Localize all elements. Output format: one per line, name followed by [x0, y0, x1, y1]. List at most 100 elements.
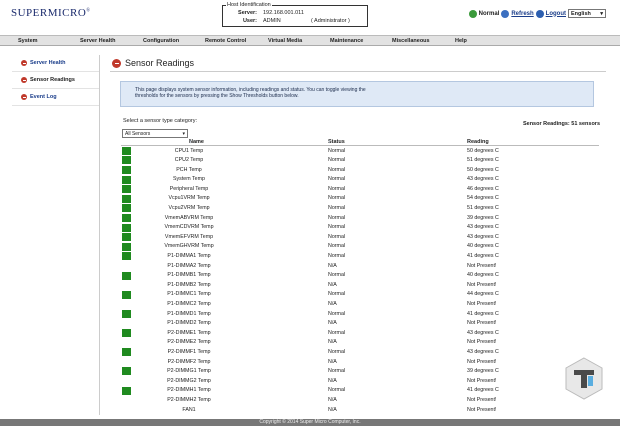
red-arrow-icon: [112, 58, 121, 68]
sensor-reading: Not Present!: [467, 320, 497, 327]
table-header: Name ↕ Status ↕ Reading ↕: [121, 139, 599, 146]
sensor-reading: Not Present!: [467, 358, 497, 365]
status-indicator-icon: [122, 233, 131, 242]
table-row: Vcpu2VRM Temp Normal 51 degrees C: [121, 204, 599, 214]
table-row: CPU1 Temp Normal 50 degrees C: [121, 146, 599, 156]
status-indicator-icon: [122, 386, 131, 395]
sensor-reading: Not Present!: [467, 406, 497, 413]
category-label: Select a sensor type category:: [123, 118, 197, 124]
status-indicator-icon: [122, 213, 131, 222]
green-check-icon: [468, 9, 477, 18]
nav-miscellaneous[interactable]: Miscellaneous: [392, 38, 430, 44]
red-arrow-icon: [21, 77, 27, 83]
category-value: All Sensors: [125, 130, 151, 137]
sensor-name: Vcpu1VRM Temp: [168, 195, 210, 202]
table-row: P2-DIMMF1 Temp Normal 43 degrees C: [121, 347, 599, 357]
sensor-name: VmemCDVRM Temp: [164, 224, 214, 231]
sidebar-item-label: Server Health: [30, 60, 66, 66]
status-indicator-icon: [122, 367, 131, 376]
red-arrow-icon: [21, 94, 27, 100]
nav-virtual-media[interactable]: Virtual Media: [268, 38, 302, 44]
table-row: P2-DIMMH1 Temp Normal 41 degrees C: [121, 386, 599, 396]
sensor-reading: Not Present!: [467, 377, 497, 384]
sensor-name: CPU1 Temp: [174, 147, 204, 154]
table-row: CPU2 Temp Normal 51 degrees C: [121, 156, 599, 166]
table-row: P2-DIMMG1 Temp Normal 39 degrees C: [121, 367, 599, 377]
sensor-reading: Not Present!: [467, 301, 497, 307]
sensor-name: P2-DIMME2 Temp: [167, 339, 211, 346]
sensor-name: PCH Temp: [176, 166, 202, 173]
sensor-status: N/A: [328, 396, 337, 403]
nav-maintenance[interactable]: Maintenance: [330, 38, 363, 44]
nav-remote-control[interactable]: Remote Control: [205, 38, 246, 44]
sort-icon: ↕: [467, 139, 470, 145]
user-label: User:: [242, 18, 257, 24]
status-indicator-icon: [122, 175, 131, 184]
sensor-reading: Not Present!: [467, 396, 497, 403]
sensor-name: VmemEFVRM Temp: [164, 233, 214, 240]
sensor-name: P1-DIMMA2 Temp: [167, 262, 211, 269]
language-select[interactable]: English ▾: [568, 9, 606, 18]
system-status: Normal: [478, 10, 500, 17]
sensor-status: Normal: [328, 368, 346, 375]
server-value: 192.168.001.011: [263, 10, 304, 16]
sensor-reading: 40 degrees C: [467, 272, 499, 279]
sidebar-item-event-log[interactable]: Event Log: [12, 89, 99, 106]
sensor-status: Normal: [328, 253, 346, 260]
table-row: P1-DIMMD1 Temp Normal 41 degrees C: [121, 309, 599, 319]
sensor-status: Normal: [328, 387, 346, 394]
sensor-status: Normal: [328, 291, 346, 298]
sensor-name: Vcpu2VRM Temp: [168, 205, 210, 212]
sensor-reading: 43 degrees C: [467, 329, 499, 336]
sensor-status: N/A: [328, 406, 337, 413]
sensor-status: N/A: [328, 301, 337, 307]
sensor-name: FAN1: [182, 406, 196, 413]
sensor-status: N/A: [328, 358, 337, 365]
sensor-name: P1-DIMMC2 Temp: [167, 301, 211, 307]
table-row: P2-DIMMG2 Temp N/A Not Present!: [121, 376, 599, 386]
table-row: Peripheral Temp Normal 46 degrees C: [121, 184, 599, 194]
nav-system[interactable]: System: [18, 38, 38, 44]
sort-icon: ↕: [189, 139, 192, 145]
sidebar-item-sensor-readings[interactable]: Sensor Readings: [12, 72, 99, 89]
sensor-status: Normal: [328, 195, 346, 202]
sensor-name: CPU2 Temp: [174, 157, 204, 164]
sensor-reading: 44 degrees C: [467, 291, 499, 298]
sensor-status: Normal: [328, 205, 346, 212]
main-nav: System Server Health Configuration Remot…: [0, 35, 620, 46]
sensor-name: P2-DIMME1 Temp: [167, 329, 211, 336]
table-row: P1-DIMMC1 Temp Normal 44 degrees C: [121, 290, 599, 300]
nav-server-health[interactable]: Server Health: [80, 38, 115, 44]
sidebar-item-server-health[interactable]: Server Health: [12, 55, 99, 72]
sensor-name: P2-DIMMG2 Temp: [167, 377, 211, 384]
sensor-name: P2-DIMMF2 Temp: [167, 358, 211, 365]
status-indicator-icon: [122, 290, 131, 299]
refresh-icon[interactable]: [501, 9, 510, 18]
logout-link[interactable]: Logout: [546, 11, 566, 17]
status-indicator-icon: [122, 185, 131, 194]
sensor-status: Normal: [328, 147, 346, 154]
sensor-status: Normal: [328, 310, 346, 317]
sort-icon: ↕: [328, 139, 331, 145]
sensor-reading: 40 degrees C: [467, 243, 499, 250]
table-row: PCH Temp Normal 50 degrees C: [121, 165, 599, 175]
language-value: English: [571, 10, 591, 17]
status-indicator-icon: [122, 242, 131, 251]
main-content: Sensor Readings This page displays syste…: [108, 55, 608, 417]
sensor-category-select[interactable]: All Sensors ▾: [122, 129, 188, 138]
nav-configuration[interactable]: Configuration: [143, 38, 179, 44]
sensor-reading: 50 degrees C: [467, 166, 499, 173]
status-indicator-icon: [122, 165, 131, 174]
chevron-down-icon: ▾: [600, 10, 603, 17]
sensor-name: P2-DIMMH2 Temp: [167, 396, 211, 403]
sensor-name: P1-DIMMD2 Temp: [167, 320, 211, 327]
status-indicator-icon: [122, 146, 131, 155]
nav-help[interactable]: Help: [455, 38, 467, 44]
logout-icon[interactable]: [535, 9, 544, 18]
sensor-status: Normal: [328, 348, 346, 355]
sensor-reading: 43 degrees C: [467, 224, 499, 231]
sensor-reading: Not Present!: [467, 281, 497, 288]
title-divider: [110, 71, 606, 72]
refresh-link[interactable]: Refresh: [511, 11, 533, 17]
footer: Copyright © 2014 Super Micro Computer, I…: [0, 419, 620, 426]
